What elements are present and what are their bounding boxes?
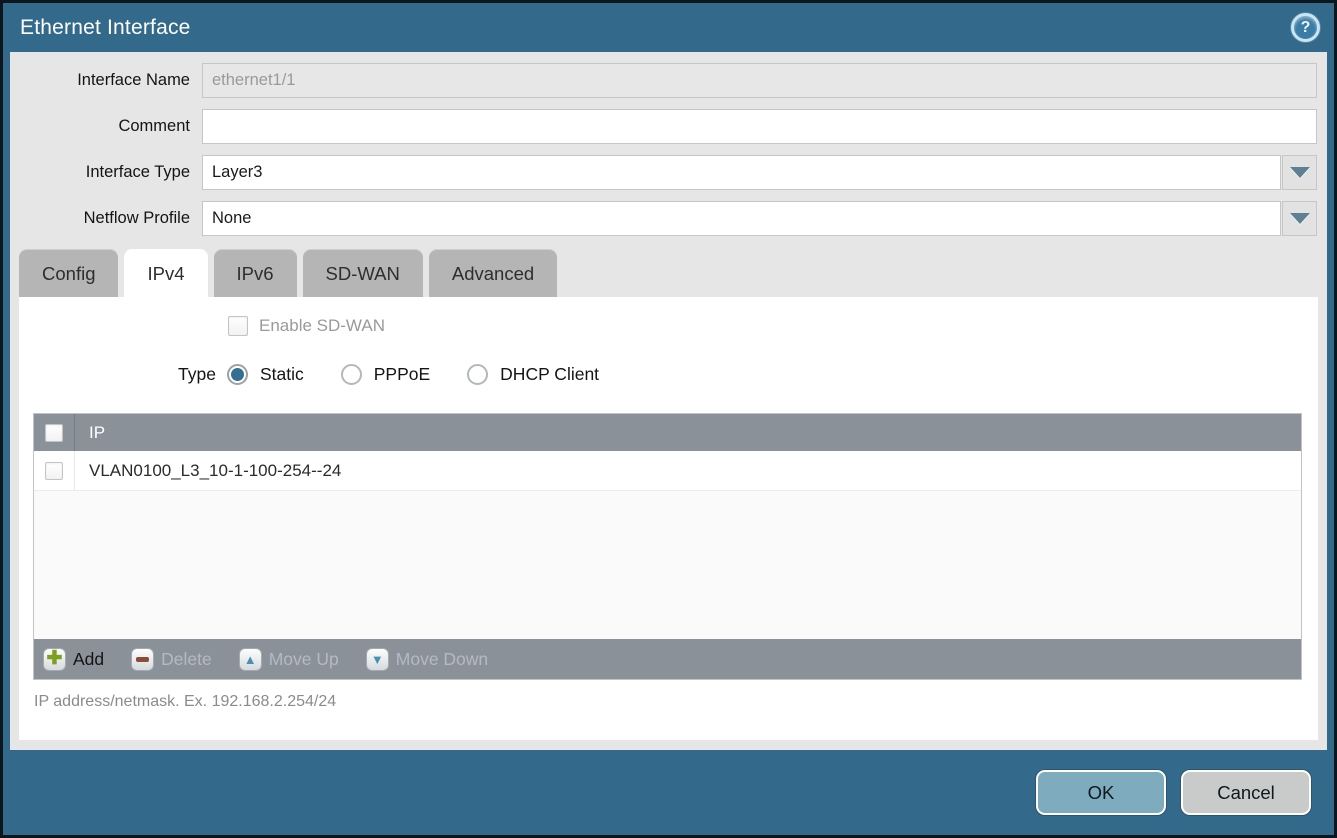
dialog-title: Ethernet Interface	[20, 16, 191, 40]
move-up-button: ▲ Move Up	[239, 648, 339, 671]
dialog-footer: OK Cancel	[3, 750, 1334, 835]
type-row: Type Static PPPoE DHCP Client	[178, 361, 1318, 387]
radio-icon	[467, 364, 488, 385]
tab-config[interactable]: Config	[19, 249, 118, 297]
radio-icon	[341, 364, 362, 385]
table-body: VLAN0100_L3_10-1-100-254--24	[34, 451, 1301, 639]
delete-button: Delete	[131, 648, 212, 671]
interface-type-dropdown[interactable]: Layer3	[202, 155, 1281, 190]
add-button[interactable]: ✚ Add	[43, 648, 104, 671]
tab-ipv6[interactable]: IPv6	[214, 249, 297, 297]
tab-sdwan[interactable]: SD-WAN	[303, 249, 423, 297]
radio-icon	[227, 364, 248, 385]
type-label: Type	[178, 364, 216, 385]
cancel-button[interactable]: Cancel	[1181, 770, 1311, 815]
dialog-content: Interface Name Comment Interface Type La…	[10, 52, 1327, 750]
chevron-down-icon	[1290, 167, 1310, 178]
interface-name-field	[202, 63, 1317, 98]
arrow-down-icon: ▼	[366, 648, 389, 671]
minus-icon	[131, 648, 154, 671]
form-row-interface-type: Interface Type Layer3	[10, 155, 1317, 190]
tab-ipv4[interactable]: IPv4	[124, 249, 207, 297]
row-checkbox[interactable]	[45, 462, 63, 480]
add-button-label: Add	[73, 649, 104, 670]
column-header-ip: IP	[75, 423, 105, 443]
chevron-down-icon	[1290, 213, 1310, 224]
ipv4-tab-panel: Enable SD-WAN Type Static PPPoE DHCP Cli…	[19, 297, 1318, 740]
radio-label-pppoe: PPPoE	[374, 364, 430, 385]
radio-label-dhcp-client: DHCP Client	[500, 364, 599, 385]
table-row[interactable]: VLAN0100_L3_10-1-100-254--24	[34, 451, 1301, 491]
interface-type-label: Interface Type	[10, 163, 202, 182]
comment-label: Comment	[10, 117, 202, 136]
arrow-up-icon: ▲	[239, 648, 262, 671]
form-row-comment: Comment	[10, 109, 1317, 144]
radio-option-dhcp-client[interactable]: DHCP Client	[467, 364, 599, 385]
netflow-profile-dropdown-button[interactable]	[1282, 201, 1317, 236]
ip-format-hint: IP address/netmask. Ex. 192.168.2.254/24	[34, 693, 1318, 711]
enable-sdwan-checkbox	[228, 316, 248, 336]
form-area: Interface Name Comment Interface Type La…	[10, 52, 1327, 247]
dialog-titlebar: Ethernet Interface ?	[3, 3, 1334, 52]
radio-label-static: Static	[260, 364, 304, 385]
plus-icon: ✚	[43, 648, 66, 671]
form-row-netflow-profile: Netflow Profile None	[10, 201, 1317, 236]
enable-sdwan-row: Enable SD-WAN	[228, 315, 1318, 337]
help-icon[interactable]: ?	[1291, 13, 1320, 42]
move-down-button: ▼ Move Down	[366, 648, 488, 671]
netflow-profile-label: Netflow Profile	[10, 209, 202, 228]
ip-address-value: VLAN0100_L3_10-1-100-254--24	[75, 461, 341, 481]
select-all-checkbox[interactable]	[45, 424, 63, 442]
radio-option-static[interactable]: Static	[227, 364, 304, 385]
move-up-button-label: Move Up	[269, 649, 339, 670]
ok-button[interactable]: OK	[1036, 770, 1166, 815]
radio-option-pppoe[interactable]: PPPoE	[341, 364, 430, 385]
tab-bar: Config IPv4 IPv6 SD-WAN Advanced	[10, 249, 1327, 297]
table-header-row: IP	[34, 414, 1301, 451]
move-down-button-label: Move Down	[396, 649, 488, 670]
comment-field[interactable]	[202, 109, 1317, 144]
ethernet-interface-dialog: Ethernet Interface ? Interface Name Comm…	[0, 0, 1337, 838]
ip-address-table: IP VLAN0100_L3_10-1-100-254--24 ✚ Add	[33, 413, 1302, 680]
table-toolbar: ✚ Add Delete ▲ Move Up ▼ Move Down	[34, 639, 1301, 679]
interface-type-dropdown-button[interactable]	[1282, 155, 1317, 190]
form-row-interface-name: Interface Name	[10, 63, 1317, 98]
interface-name-label: Interface Name	[10, 71, 202, 90]
delete-button-label: Delete	[161, 649, 212, 670]
enable-sdwan-label: Enable SD-WAN	[259, 316, 385, 336]
netflow-profile-dropdown[interactable]: None	[202, 201, 1281, 236]
tab-advanced[interactable]: Advanced	[429, 249, 557, 297]
